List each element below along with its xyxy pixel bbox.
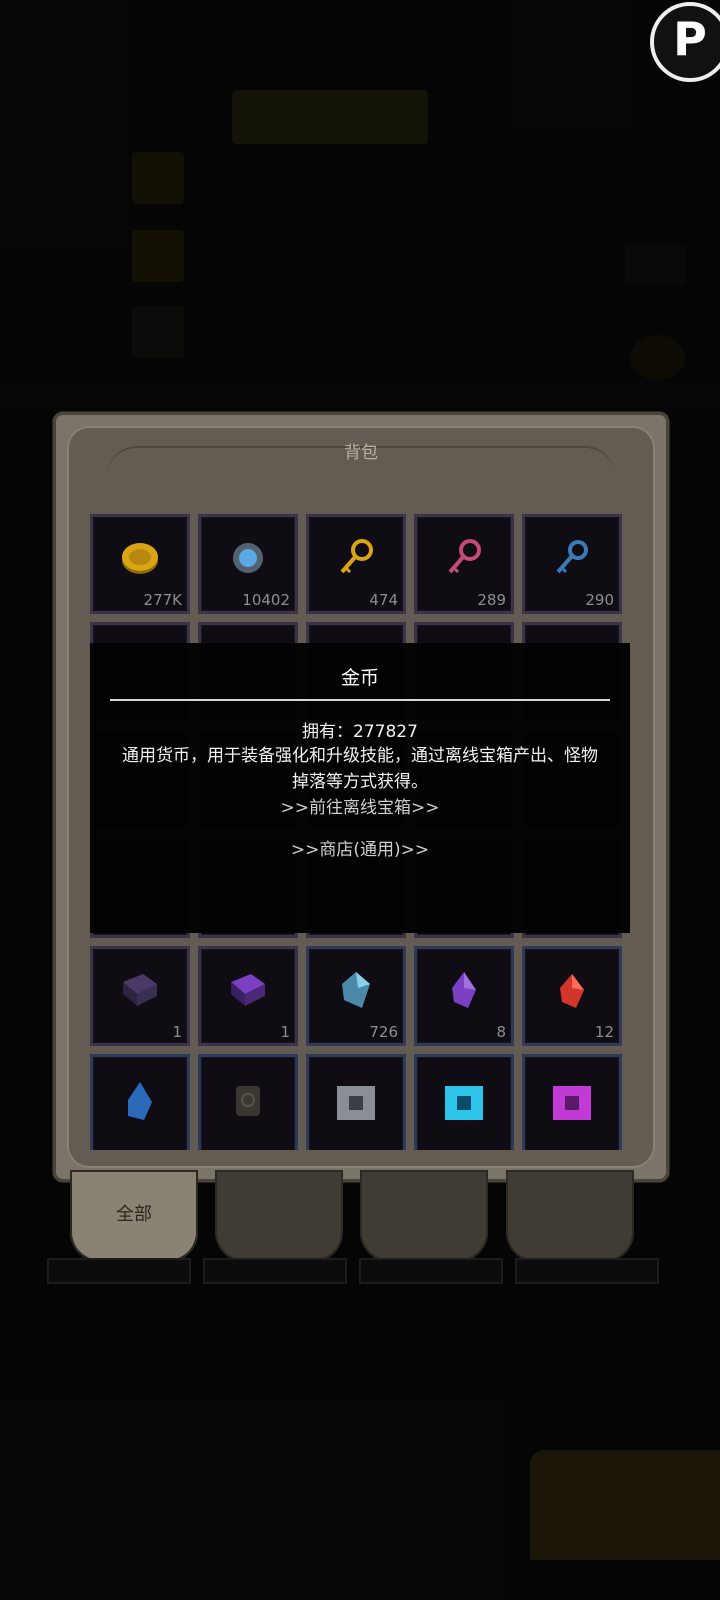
bag-slot[interactable]: 290	[522, 514, 622, 614]
lower-tab[interactable]	[203, 1258, 347, 1284]
gold-key-icon	[334, 536, 378, 584]
bag-slot[interactable]: 12	[522, 946, 622, 1046]
bag-title: 背包	[344, 443, 378, 463]
tab-materials[interactable]	[215, 1170, 343, 1262]
bag-slot[interactable]: 1	[198, 946, 298, 1046]
tooltip-divider	[110, 699, 610, 701]
tab-all[interactable]: 全部	[70, 1170, 198, 1262]
magenta-puzzle-icon	[549, 1076, 595, 1124]
item-count: 290	[585, 591, 614, 609]
lower-tab-bar	[47, 1258, 663, 1284]
item-count: 726	[369, 1023, 398, 1041]
scroll-icon	[228, 1076, 268, 1124]
floating-app-icon[interactable]: P	[650, 2, 720, 82]
tooltip-description: 通用货币，用于装备强化和升级技能，通过离线宝箱产出、怪物掉落等方式获得。	[122, 746, 598, 792]
gold-coin-icon	[118, 538, 162, 582]
bag-slot[interactable]: 726	[306, 946, 406, 1046]
bag-slot[interactable]: 8	[414, 946, 514, 1046]
item-tooltip: 金币 拥有：277827 通用货币，用于装备强化和升级技能，通过离线宝箱产出、怪…	[90, 643, 630, 933]
purple-crystal-icon	[446, 968, 482, 1016]
goto-offline-chest-link[interactable]: >>前往离线宝箱>>	[90, 793, 630, 818]
item-count: 289	[477, 591, 506, 609]
bag-slot[interactable]: 10402	[198, 514, 298, 614]
tooltip-title: 金币	[340, 667, 379, 689]
bag-slot[interactable]: 1	[90, 946, 190, 1046]
tab-special[interactable]	[506, 1170, 634, 1262]
bottom-nav	[0, 1450, 720, 1560]
item-count: 474	[369, 591, 398, 609]
purple-book-icon	[117, 970, 163, 1014]
pink-key-icon	[442, 536, 486, 584]
lower-tab[interactable]	[359, 1258, 503, 1284]
blue-shard-icon	[122, 1076, 158, 1124]
red-crystal-icon	[554, 968, 590, 1016]
item-count: 12	[594, 1023, 614, 1041]
tab-all-label: 全部	[116, 1204, 152, 1225]
goto-shop-link[interactable]: >>商店(通用)>>	[90, 835, 630, 860]
item-count: 1	[280, 1023, 290, 1041]
gray-puzzle-icon	[333, 1076, 379, 1124]
item-count: 10402	[242, 591, 290, 609]
lower-tab[interactable]	[47, 1258, 191, 1284]
tooltip-owned-amount: 拥有：277827	[302, 722, 418, 742]
bag-slot[interactable]	[522, 1054, 622, 1150]
bag-slot[interactable]	[306, 1054, 406, 1150]
blue-gem-medal-icon	[228, 538, 268, 582]
bag-slot[interactable]	[90, 1054, 190, 1150]
bag-slot[interactable]	[414, 1054, 514, 1150]
bag-slot[interactable]: 474	[306, 514, 406, 614]
item-count: 277K	[143, 591, 182, 609]
cyan-puzzle-icon	[441, 1076, 487, 1124]
violet-book-icon	[225, 970, 271, 1014]
lower-tab[interactable]	[515, 1258, 659, 1284]
nav-main-button[interactable]	[530, 1450, 720, 1560]
bag-slot[interactable]: 289	[414, 514, 514, 614]
bag-slot[interactable]: 277K	[90, 514, 190, 614]
item-count: 1	[172, 1023, 182, 1041]
tab-follower-shards[interactable]	[360, 1170, 488, 1262]
blue-crystal-icon	[336, 968, 376, 1016]
bag-slot[interactable]	[198, 1054, 298, 1150]
item-count: 8	[496, 1023, 506, 1041]
blue-key-icon	[550, 536, 594, 584]
